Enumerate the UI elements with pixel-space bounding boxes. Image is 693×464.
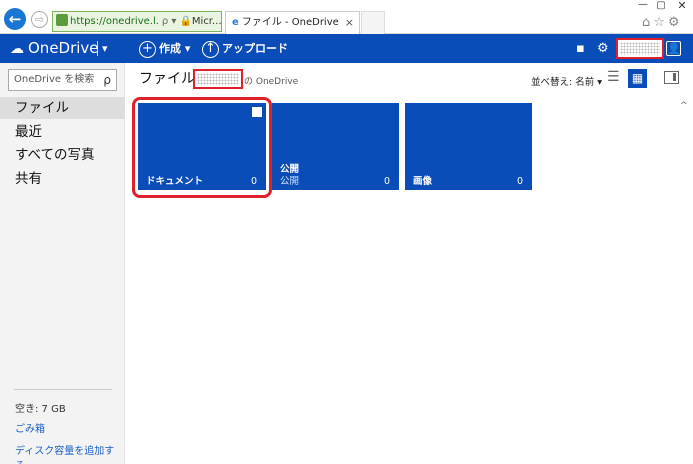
details-pane-icon[interactable] <box>664 71 679 84</box>
window-maximize-button[interactable]: ▢ <box>650 0 672 14</box>
sidebar-item-files[interactable]: ファイル <box>0 97 125 119</box>
upload-label: アップロード <box>222 42 288 55</box>
create-button[interactable]: + 作成 ▾ <box>139 34 190 63</box>
search-placeholder: OneDrive を検索 <box>14 74 95 85</box>
upload-button[interactable]: ↑ アップロード <box>202 34 288 63</box>
app-menu-chevron-icon[interactable]: ▾ <box>102 34 108 63</box>
scroll-up-arrow-icon[interactable]: ^ <box>680 101 688 111</box>
folder-name: ドキュメント <box>146 176 204 187</box>
sidebar-item-all-photos[interactable]: すべての写真 <box>0 144 125 166</box>
search-icon[interactable]: ρ <box>103 70 111 90</box>
owner-name-redacted[interactable] <box>193 69 243 89</box>
search-input[interactable]: OneDrive を検索 ρ <box>8 69 117 91</box>
browser-chrome: ← ⇨ https://onedrive.l.ρ ▾🔒Micr...↻ eファイ… <box>0 0 693 34</box>
folder-name: 画像 <box>413 176 433 187</box>
avatar-icon[interactable]: 👤 <box>666 41 681 56</box>
brand-name: OneDrive <box>28 39 99 57</box>
new-tab-button[interactable] <box>361 11 385 34</box>
storage-quota: 空き: 7 GB <box>15 404 66 415</box>
browser-tab[interactable]: e ファイル - OneDrive × <box>225 11 360 34</box>
address-site-name: Micr... <box>191 16 222 27</box>
ie-icon: e <box>232 17 239 28</box>
page-title: ファイル <box>139 71 195 87</box>
upload-icon: ↑ <box>202 40 219 58</box>
back-arrow-icon[interactable]: ← <box>4 8 26 30</box>
folder-item-count: 0 <box>383 176 390 187</box>
select-checkbox[interactable] <box>252 107 262 117</box>
sidebar-item-shared[interactable]: 共有 <box>0 168 125 190</box>
create-label: 作成 <box>159 42 181 55</box>
create-chevron-icon: ▾ <box>184 42 191 55</box>
tile-view-icon[interactable]: ▦ <box>628 69 647 88</box>
sidebar-divider <box>14 389 112 390</box>
recycle-bin-link[interactable]: ごみ箱 <box>15 420 45 435</box>
brand-divider <box>97 41 98 56</box>
user-name-redacted[interactable] <box>616 38 664 59</box>
add-storage-link[interactable]: ディスク容量を追加する <box>15 442 124 464</box>
left-navigation: OneDrive を検索 ρ ファイル 最近 すべての写真 共有 空き: 7 G… <box>0 63 125 464</box>
address-search-icon[interactable]: ρ ▾ <box>162 16 177 27</box>
tab-title: ファイル - OneDrive <box>241 17 339 28</box>
tab-close-icon[interactable]: × <box>345 12 354 33</box>
folder-tile-documents[interactable]: ドキュメント 0 <box>138 103 266 190</box>
folder-tile-public[interactable]: 公開 公開 0 <box>272 103 399 190</box>
plus-icon: + <box>139 40 156 58</box>
window-close-button[interactable]: ✕ <box>671 0 693 14</box>
browser-toolbar-icons[interactable]: ⌂☆⚙ <box>642 15 683 30</box>
list-view-icon[interactable]: ☰ <box>607 69 620 85</box>
folder-sharing-status: 公開 <box>280 176 300 187</box>
site-favicon-icon <box>56 14 68 26</box>
folder-item-count: 0 <box>250 176 257 187</box>
cloud-icon: ☁ <box>10 41 24 57</box>
folder-item-count: 0 <box>516 176 523 187</box>
feedback-icon[interactable]: ▪ <box>576 34 585 63</box>
settings-gear-icon[interactable]: ⚙ <box>597 34 609 63</box>
brand-logo[interactable]: ☁ OneDrive <box>10 34 99 63</box>
forward-arrow-icon[interactable]: ⇨ <box>31 11 48 28</box>
onedrive-top-bar: ☁ OneDrive ▾ + 作成 ▾ ↑ アップロード ▪ ⚙ 👤 <box>0 34 693 63</box>
sidebar-item-recent[interactable]: 最近 <box>0 121 125 143</box>
address-url: https://onedrive.l. <box>70 16 159 27</box>
address-bar[interactable]: https://onedrive.l.ρ ▾🔒Micr...↻ <box>52 11 222 32</box>
breadcrumb-owner: の OneDrive <box>244 77 299 87</box>
lock-icon[interactable]: 🔒 <box>179 16 191 27</box>
folder-tile-images[interactable]: 画像 0 <box>405 103 532 190</box>
sort-dropdown[interactable]: 並べ替え: 名前 ▾ <box>531 74 602 88</box>
